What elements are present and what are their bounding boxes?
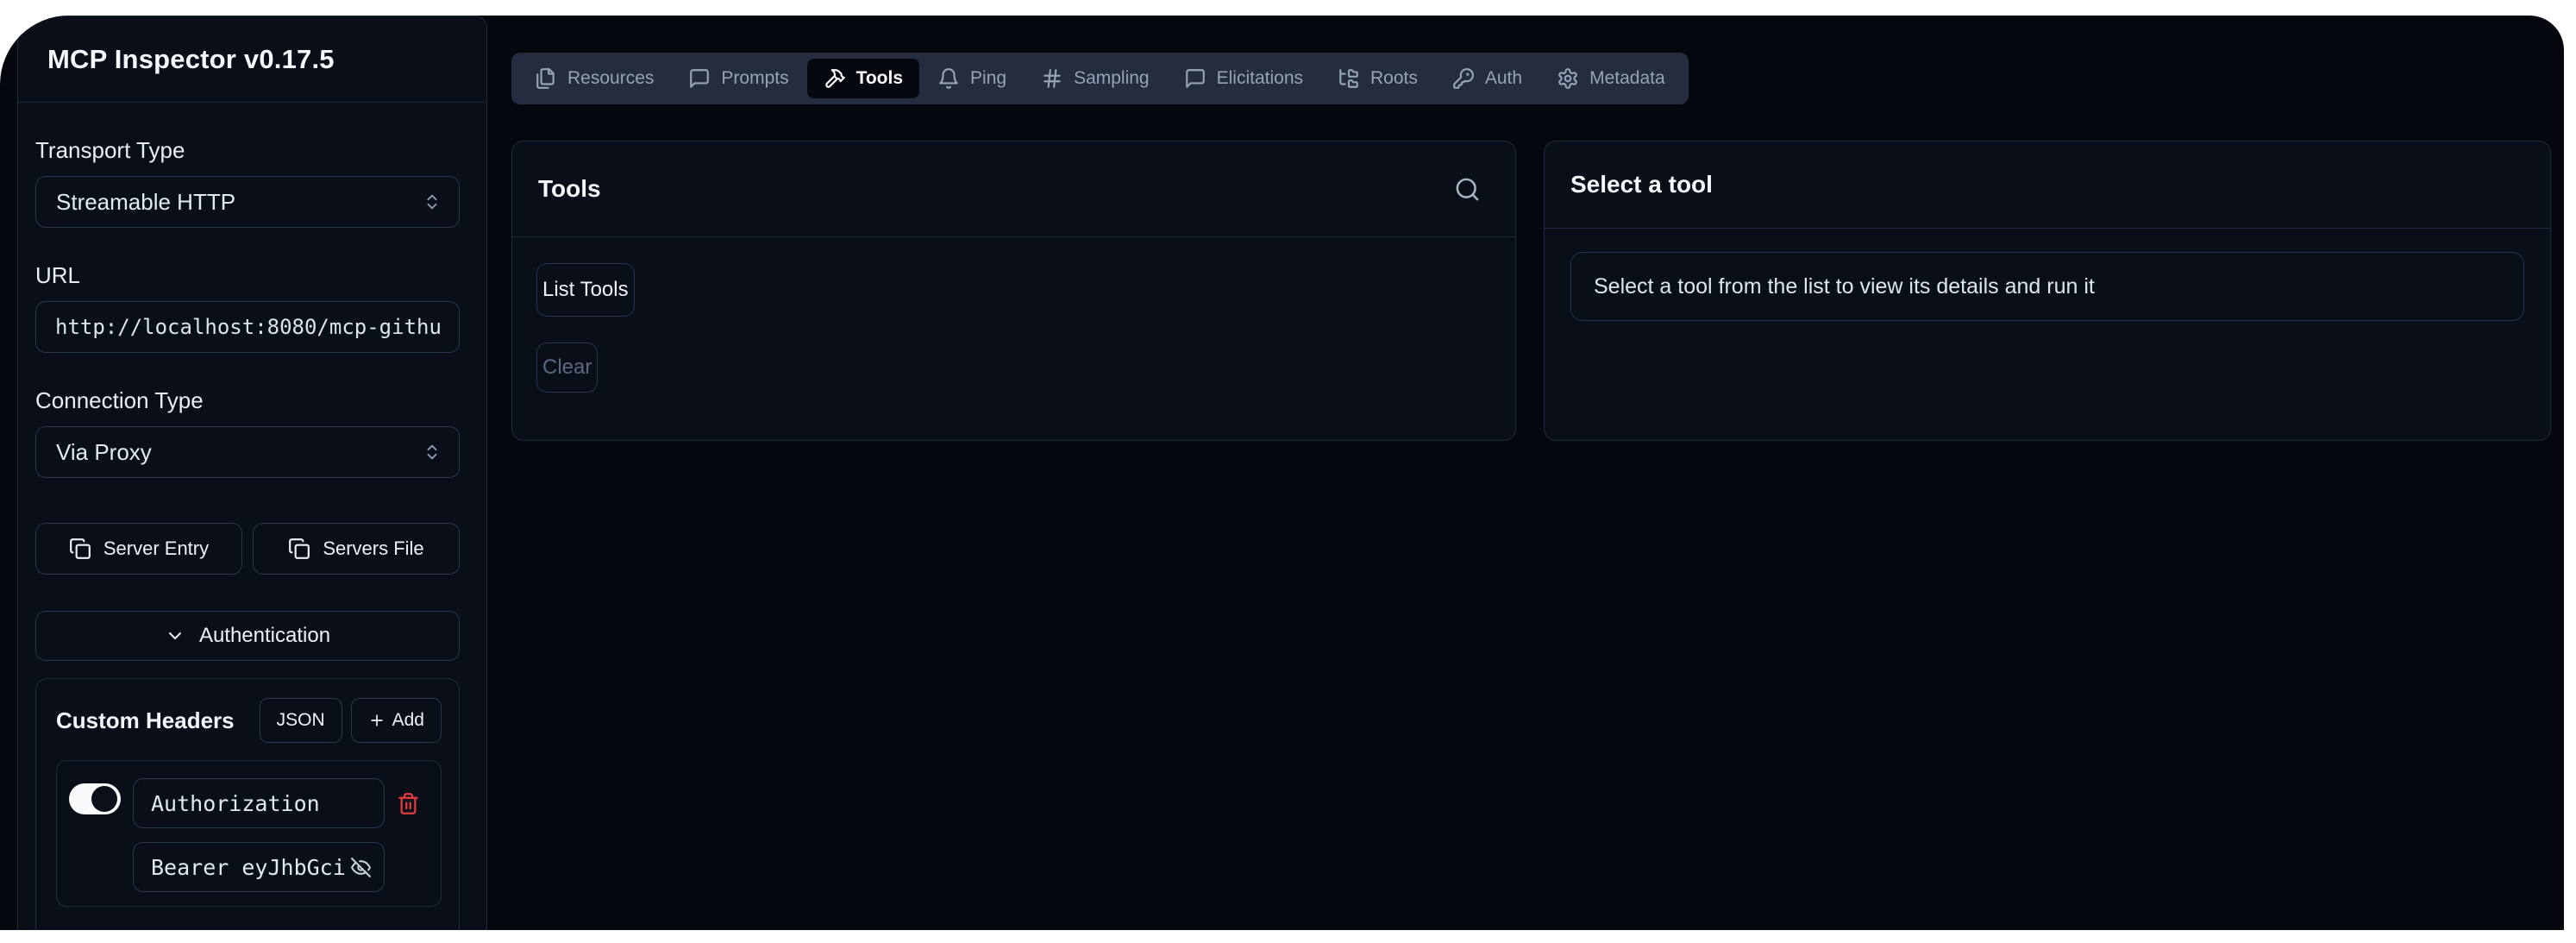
top-nav-tabs: Resources Prompts Tools Ping Sampling El… (511, 53, 1689, 104)
tab-elicitations[interactable]: Elicitations (1168, 59, 1319, 98)
copy-icon (69, 538, 91, 560)
headers-help-text: Use the toggle to enable/disable headers… (56, 929, 440, 930)
tools-list-panel: Tools List Tools Clear (511, 141, 1516, 441)
list-tools-button[interactable]: List Tools (536, 263, 635, 317)
tools-panel-header: Tools (512, 141, 1515, 237)
folder-tree-icon (1338, 67, 1360, 90)
header-row: Authorization Bearer eyJhbGciOi (56, 760, 442, 907)
tab-ping[interactable]: Ping (921, 59, 1023, 98)
tab-tools[interactable]: Tools (807, 59, 919, 98)
hash-icon (1041, 67, 1063, 90)
tab-resources[interactable]: Resources (518, 59, 670, 98)
trash-icon[interactable] (397, 792, 420, 815)
connection-type-select[interactable]: Via Proxy (35, 426, 460, 478)
tab-label: Roots (1370, 68, 1418, 89)
tab-prompts[interactable]: Prompts (672, 59, 805, 98)
header-name-value: Authorization (151, 791, 372, 816)
header-value-input[interactable]: Bearer eyJhbGciOi (133, 842, 385, 892)
sidebar-body: Transport Type Streamable HTTP URL http:… (18, 137, 486, 930)
files-icon (535, 67, 557, 90)
search-icon[interactable] (1454, 176, 1481, 203)
empty-state-text: Select a tool from the list to view its … (1594, 274, 2095, 299)
authentication-collapse-button[interactable]: Authentication (35, 611, 460, 661)
transport-type-select[interactable]: Streamable HTTP (35, 176, 460, 228)
tab-roots[interactable]: Roots (1321, 59, 1434, 98)
servers-file-label: Servers File (323, 538, 423, 560)
authentication-label: Authentication (199, 624, 330, 648)
add-button-label: Add (392, 710, 424, 731)
mcp-inspector-window: MCP Inspector v0.17.5 Transport Type Str… (0, 16, 2564, 930)
tab-label: Ping (970, 68, 1006, 89)
clear-tools-button[interactable]: Clear (536, 343, 598, 393)
chevron-down-icon (165, 626, 185, 646)
gear-icon (1557, 67, 1579, 90)
list-tools-label: List Tools (542, 278, 629, 302)
tab-label: Tools (856, 68, 903, 89)
add-header-button[interactable]: Add (351, 698, 442, 743)
sidebar-header: MCP Inspector v0.17.5 (18, 16, 486, 103)
page: MCP Inspector v0.17.5 Transport Type Str… (0, 0, 2576, 943)
url-label: URL (35, 262, 460, 288)
connection-type-value: Via Proxy (56, 439, 152, 466)
url-value: http://localhost:8080/mcp-githu (55, 315, 442, 339)
tab-label: Sampling (1074, 68, 1150, 89)
tab-label: Resources (567, 68, 654, 89)
header-value-text: Bearer eyJhbGciOi (151, 855, 345, 880)
toggle-knob (91, 786, 117, 812)
tool-detail-panel: Select a tool Select a tool from the lis… (1544, 141, 2551, 441)
header-enabled-toggle[interactable] (69, 783, 121, 814)
key-icon (1452, 67, 1475, 90)
clear-label: Clear (542, 355, 592, 380)
json-view-button[interactable]: JSON (260, 698, 342, 743)
detail-panel-title: Select a tool (1570, 171, 1713, 198)
custom-headers-header: Custom Headers JSON Add (56, 698, 442, 743)
app-title: MCP Inspector v0.17.5 (47, 44, 335, 75)
json-button-label: JSON (277, 710, 325, 731)
chevrons-up-down-icon (423, 443, 442, 462)
tab-label: Prompts (721, 68, 788, 89)
transport-type-value: Streamable HTTP (56, 189, 235, 216)
message-square-icon (1184, 67, 1207, 90)
tab-label: Auth (1485, 68, 1522, 89)
config-buttons-row: Server Entry Servers File (35, 523, 460, 575)
server-entry-button[interactable]: Server Entry (35, 523, 242, 575)
tab-label: Elicitations (1217, 68, 1303, 89)
empty-state-message: Select a tool from the list to view its … (1570, 252, 2524, 321)
plus-icon (368, 712, 385, 729)
detail-panel-header: Select a tool (1545, 141, 2550, 229)
hammer-icon (824, 67, 846, 90)
header-name-input[interactable]: Authorization (133, 778, 385, 828)
custom-headers-card: Custom Headers JSON Add (35, 678, 460, 930)
url-input[interactable]: http://localhost:8080/mcp-githu (35, 301, 460, 353)
servers-file-button[interactable]: Servers File (253, 523, 460, 575)
custom-headers-title: Custom Headers (56, 707, 251, 734)
tab-label: Metadata (1589, 68, 1665, 89)
message-square-icon (688, 67, 711, 90)
bell-icon (937, 67, 960, 90)
copy-icon (288, 538, 310, 560)
transport-type-label: Transport Type (35, 137, 460, 163)
tab-auth[interactable]: Auth (1436, 59, 1539, 98)
server-entry-label: Server Entry (103, 538, 209, 560)
tab-metadata[interactable]: Metadata (1540, 59, 1682, 98)
chevrons-up-down-icon (423, 192, 442, 211)
tab-sampling[interactable]: Sampling (1025, 59, 1166, 98)
eye-off-icon[interactable] (350, 857, 372, 878)
connection-type-label: Connection Type (35, 387, 460, 413)
sidebar: MCP Inspector v0.17.5 Transport Type Str… (17, 16, 487, 930)
tools-panel-title: Tools (538, 175, 601, 203)
